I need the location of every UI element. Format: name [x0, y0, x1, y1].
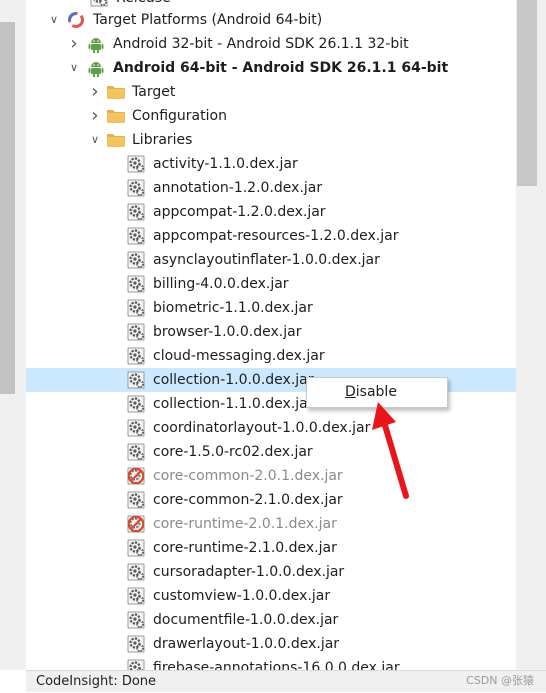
- tree-row[interactable]: cloud-messaging.dex.jar: [26, 344, 516, 368]
- tree-row-label: biometric-1.1.0.dex.jar: [153, 300, 313, 316]
- tree-row-label: documentfile-1.0.0.dex.jar: [153, 612, 339, 628]
- gear-icon: [127, 587, 145, 605]
- project-tree[interactable]: Release∨Target Platforms (Android 64-bit…: [26, 0, 516, 670]
- tree-row-label: cursoradapter-1.0.0.dex.jar: [153, 564, 345, 580]
- expand-arrow-icon[interactable]: ∨: [48, 8, 60, 32]
- tree-row[interactable]: appcompat-1.2.0.dex.jar: [26, 200, 516, 224]
- tree-row[interactable]: core-common-2.1.0.dex.jar: [26, 488, 516, 512]
- tree-row[interactable]: biometric-1.1.0.dex.jar: [26, 296, 516, 320]
- gear-icon: [127, 491, 145, 509]
- tree-row-label: core-1.5.0-rc02.dex.jar: [153, 444, 313, 460]
- gear-icon: [127, 635, 145, 653]
- tree-row-label: cloud-messaging.dex.jar: [153, 348, 325, 364]
- disabled-gear-icon: [127, 467, 145, 485]
- android-icon: [87, 35, 105, 53]
- left-panel-strip: ︿: [0, 0, 27, 670]
- left-scrollbar-thumb[interactable]: [0, 22, 15, 394]
- tree-row[interactable]: ∨ Target Platforms (Android 64-bit): [26, 8, 516, 32]
- tree-row-label: customview-1.0.0.dex.jar: [153, 588, 331, 604]
- tree-row[interactable]: › Target: [26, 80, 516, 104]
- tree-row[interactable]: browser-1.0.0.dex.jar: [26, 320, 516, 344]
- collapse-arrow-icon[interactable]: ›: [89, 104, 101, 128]
- tree-row[interactable]: › Android 32-bit - Android SDK 26.1.1 32-…: [26, 32, 516, 56]
- tree-row[interactable]: billing-4.0.0.dex.jar: [26, 272, 516, 296]
- folder-icon: [106, 131, 125, 149]
- disable-mnemonic: D: [345, 384, 356, 400]
- tree-row-label: collection-1.0.0.dex.jar: [153, 372, 314, 388]
- tree-row[interactable]: activity-1.1.0.dex.jar: [26, 152, 516, 176]
- gear-icon: [127, 275, 145, 293]
- android-icon: [87, 59, 105, 77]
- tree-row[interactable]: drawerlayout-1.0.0.dex.jar: [26, 632, 516, 656]
- tree-row-label: Android 64-bit - Android SDK 26.1.1 64-b…: [113, 60, 449, 76]
- tree-row-label: core-runtime-2.1.0.dex.jar: [153, 540, 337, 556]
- tree-row-label: Target Platforms (Android 64-bit): [93, 12, 323, 28]
- tree-row-label: Configuration: [132, 108, 227, 124]
- tree-row[interactable]: cursoradapter-1.0.0.dex.jar: [26, 560, 516, 584]
- tree-row-label: drawerlayout-1.0.0.dex.jar: [153, 636, 340, 652]
- tree-row[interactable]: core-common-2.0.1.dex.jar: [26, 464, 516, 488]
- tree-row[interactable]: asynclayoutinflater-1.0.0.dex.jar: [26, 248, 516, 272]
- tree-row[interactable]: appcompat-resources-1.2.0.dex.jar: [26, 224, 516, 248]
- expand-arrow-icon[interactable]: ∨: [89, 128, 101, 152]
- gear-icon: [127, 443, 145, 461]
- gear-icon: [90, 0, 108, 7]
- tree-row[interactable]: core-runtime-2.0.1.dex.jar: [26, 512, 516, 536]
- tree-row[interactable]: core-runtime-2.1.0.dex.jar: [26, 536, 516, 560]
- gear-icon: [127, 419, 145, 437]
- gear-icon: [127, 395, 145, 413]
- tree-row-label: Libraries: [132, 132, 193, 148]
- scrollbar-thumb[interactable]: [517, 0, 537, 186]
- folder-icon: [106, 83, 125, 101]
- gear-icon: [127, 155, 145, 173]
- tree-row-label: annotation-1.2.0.dex.jar: [153, 180, 323, 196]
- tree-row-label: collection-1.1.0.dex.jar: [153, 396, 314, 412]
- gear-icon: [127, 563, 145, 581]
- ring-icon: [67, 11, 85, 29]
- tree-row-label: activity-1.1.0.dex.jar: [153, 156, 298, 172]
- red-arrow-annotation: [372, 402, 409, 499]
- gear-icon: [127, 371, 145, 389]
- collapse-arrow-icon[interactable]: ›: [89, 80, 101, 104]
- gear-icon: [127, 347, 145, 365]
- tree-row[interactable]: ∨ Libraries: [26, 128, 516, 152]
- tree-row[interactable]: annotation-1.2.0.dex.jar: [26, 176, 516, 200]
- gear-icon: [127, 611, 145, 629]
- tree-row-label: core-runtime-2.0.1.dex.jar: [153, 516, 337, 532]
- tree-row[interactable]: › Configuration: [26, 104, 516, 128]
- tree-row[interactable]: ∨ Android 64-bit - Android SDK 26.1.1 64-…: [26, 56, 516, 80]
- vertical-scrollbar[interactable]: [516, 0, 546, 670]
- tree-row-label: appcompat-1.2.0.dex.jar: [153, 204, 326, 220]
- gear-icon: [127, 227, 145, 245]
- tree-row-label: coordinatorlayout-1.0.0.dex.jar: [153, 420, 371, 436]
- gear-icon: [127, 203, 145, 221]
- gear-icon: [127, 251, 145, 269]
- folder-icon: [106, 107, 125, 125]
- gear-icon: [127, 659, 145, 670]
- disabled-gear-icon: [127, 515, 145, 533]
- status-text: CodeInsight: Done: [36, 674, 157, 689]
- disable-menu-label: isable: [355, 384, 397, 400]
- tree-row-label: Target: [132, 84, 176, 100]
- tree-row-label: billing-4.0.0.dex.jar: [153, 276, 289, 292]
- tree-row[interactable]: core-1.5.0-rc02.dex.jar: [26, 440, 516, 464]
- tree-row[interactable]: firebase-annotations-16.0.0.dex.jar: [26, 656, 516, 670]
- tree-row-label: browser-1.0.0.dex.jar: [153, 324, 302, 340]
- watermark: CSDN @张猿: [466, 674, 534, 687]
- expand-arrow-icon[interactable]: ∨: [68, 56, 80, 80]
- tree-row-label: appcompat-resources-1.2.0.dex.jar: [153, 228, 399, 244]
- tree-row-label: Android 32-bit - Android SDK 26.1.1 32-b…: [113, 36, 409, 52]
- tree-row[interactable]: customview-1.0.0.dex.jar: [26, 584, 516, 608]
- tree-row[interactable]: coordinatorlayout-1.0.0.dex.jar: [26, 416, 516, 440]
- tree-row-label: core-common-2.0.1.dex.jar: [153, 468, 343, 484]
- tree-row-label: asynclayoutinflater-1.0.0.dex.jar: [153, 252, 380, 268]
- tree-row[interactable]: documentfile-1.0.0.dex.jar: [26, 608, 516, 632]
- gear-icon: [127, 179, 145, 197]
- gear-icon: [127, 539, 145, 557]
- tree-row-label: core-common-2.1.0.dex.jar: [153, 492, 343, 508]
- gear-icon: [127, 323, 145, 341]
- gear-icon: [127, 299, 145, 317]
- collapse-arrow-icon[interactable]: ›: [68, 32, 80, 56]
- tree-row-label: firebase-annotations-16.0.0.dex.jar: [153, 660, 400, 670]
